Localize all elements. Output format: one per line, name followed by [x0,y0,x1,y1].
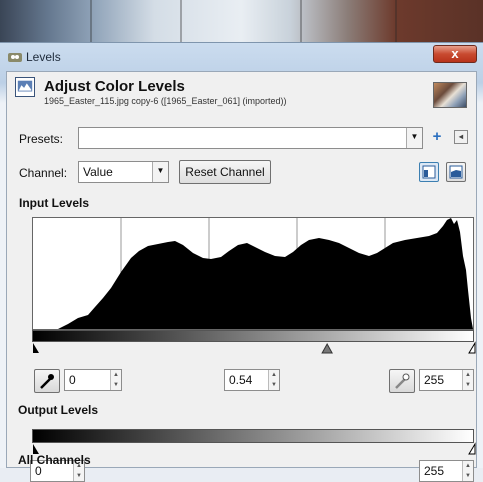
window-title: Levels [26,50,61,64]
chevron-down-icon[interactable]: ▼ [406,128,422,148]
channel-combo[interactable]: Value ▼ [78,161,169,183]
presets-label: Presets: [19,132,64,146]
gimp-icon [8,53,22,62]
add-preset-icon[interactable]: + [430,129,444,144]
output-slider-handles[interactable] [30,442,476,456]
black-point-picker[interactable] [34,369,60,393]
desktop-background [0,0,483,42]
white-point-picker[interactable] [389,369,415,393]
channel-label: Channel: [19,166,68,180]
low-input-value: 0 [69,373,76,387]
eyedropper-icon [395,373,410,389]
high-output-value: 255 [424,464,445,478]
dialog-title: Adjust Color Levels [44,78,185,95]
presets-combo[interactable]: ▼ [78,127,423,149]
high-output-spinner[interactable]: 255 ▲ ▼ [419,460,474,482]
gamma-handle [321,342,333,354]
spinner-arrows-icon[interactable]: ▲ ▼ [462,461,473,481]
high-output-handle [468,442,476,455]
levels-window: Levels x Adjust Color Levels 1965_Easter… [0,42,483,482]
spinner-arrows-icon[interactable]: ▲ ▼ [462,370,473,390]
high-input-spinner[interactable]: 255 ▲ ▼ [419,369,474,391]
gamma-value: 0.54 [229,373,253,387]
linear-histogram-button[interactable] [419,162,439,182]
log-histogram-button[interactable] [446,162,466,182]
histogram-shape [33,218,473,329]
levels-icon [15,77,35,97]
high-input-value: 255 [424,373,445,387]
high-input-handle [468,341,476,354]
reset-channel-button[interactable]: Reset Channel [179,160,271,184]
output-levels-title: Output Levels [18,403,99,417]
eyedropper-icon [40,374,54,389]
spinner-arrows-icon[interactable]: ▲ ▼ [268,370,279,390]
output-gradient-bar [32,429,474,443]
input-levels-title: Input Levels [19,196,90,210]
input-slider-handles[interactable] [30,341,476,355]
title-bar[interactable]: Levels x [0,43,483,71]
image-thumbnail [433,82,467,108]
reset-channel-label: Reset Channel [185,165,265,179]
channel-value: Value [83,165,113,179]
close-button[interactable]: x [433,45,477,63]
image-name: 1965_Easter_115.jpg copy-6 ([1965_Easter… [44,96,287,106]
low-input-spinner[interactable]: 0 ▲ ▼ [64,369,122,391]
gamma-spinner[interactable]: 0.54 ▲ ▼ [224,369,280,391]
low-input-handle [33,343,39,353]
linear-histogram-icon [422,165,436,179]
preset-menu-icon[interactable]: ◂ [454,130,468,144]
close-icon: x [451,46,459,61]
spinner-arrows-icon[interactable]: ▲ ▼ [110,370,121,390]
log-histogram-icon [449,165,463,179]
all-channels-title: All Channels [18,453,91,467]
histogram[interactable] [32,217,474,330]
chevron-down-icon[interactable]: ▼ [152,162,168,182]
histogram-graph [33,218,473,329]
